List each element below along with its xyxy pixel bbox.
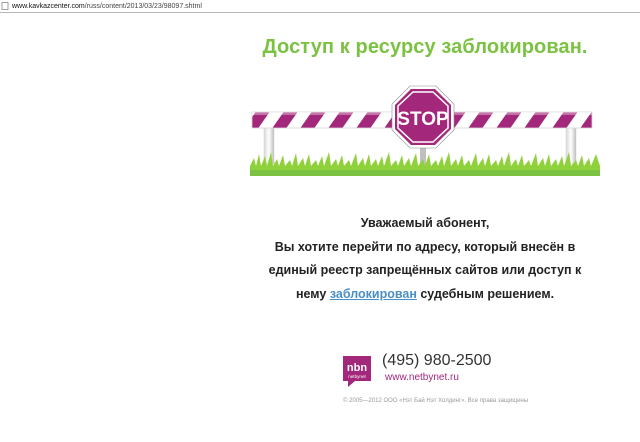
blocked-page: www.kavkazcenter.com/russ/content/2013/0… <box>0 0 640 442</box>
message-line-2: Вы хотите перейти по адресу, который вне… <box>274 239 576 254</box>
message-greeting: Уважаемый абонент, <box>360 216 490 230</box>
block-message: Уважаемый абонент, Вы хотите перейти по … <box>240 212 610 306</box>
page-title: Доступ к ресурсу заблокирован. <box>262 36 588 58</box>
stop-barrier-illustration: STOP <box>250 85 600 176</box>
svg-text:nbn: nbn <box>347 362 367 374</box>
message-line-4: нему заблокирован судебным решением. <box>295 286 555 301</box>
copyright-text: © 2005—2012 ООО «Нэт Бай Нэт Холдинг». В… <box>343 398 529 404</box>
provider-website-link[interactable]: www.netbynet.ru <box>385 372 459 383</box>
blocked-link[interactable]: заблокирован <box>330 287 417 301</box>
netbynet-logo[interactable]: nbn netbynet <box>341 354 373 388</box>
address-text: www.kavkazcenter.com/russ/content/2013/0… <box>12 2 202 10</box>
support-phone: (495) 980-2500 <box>382 352 492 369</box>
barrier-post-left <box>263 123 275 165</box>
stop-sign-text: STOP <box>397 109 449 130</box>
page-icon <box>1 2 9 10</box>
message-line-3: единый реестр запрещённых сайтов или дос… <box>268 263 582 277</box>
address-bar[interactable]: www.kavkazcenter.com/russ/content/2013/0… <box>0 0 640 13</box>
svg-text:netbynet: netbynet <box>348 374 366 379</box>
